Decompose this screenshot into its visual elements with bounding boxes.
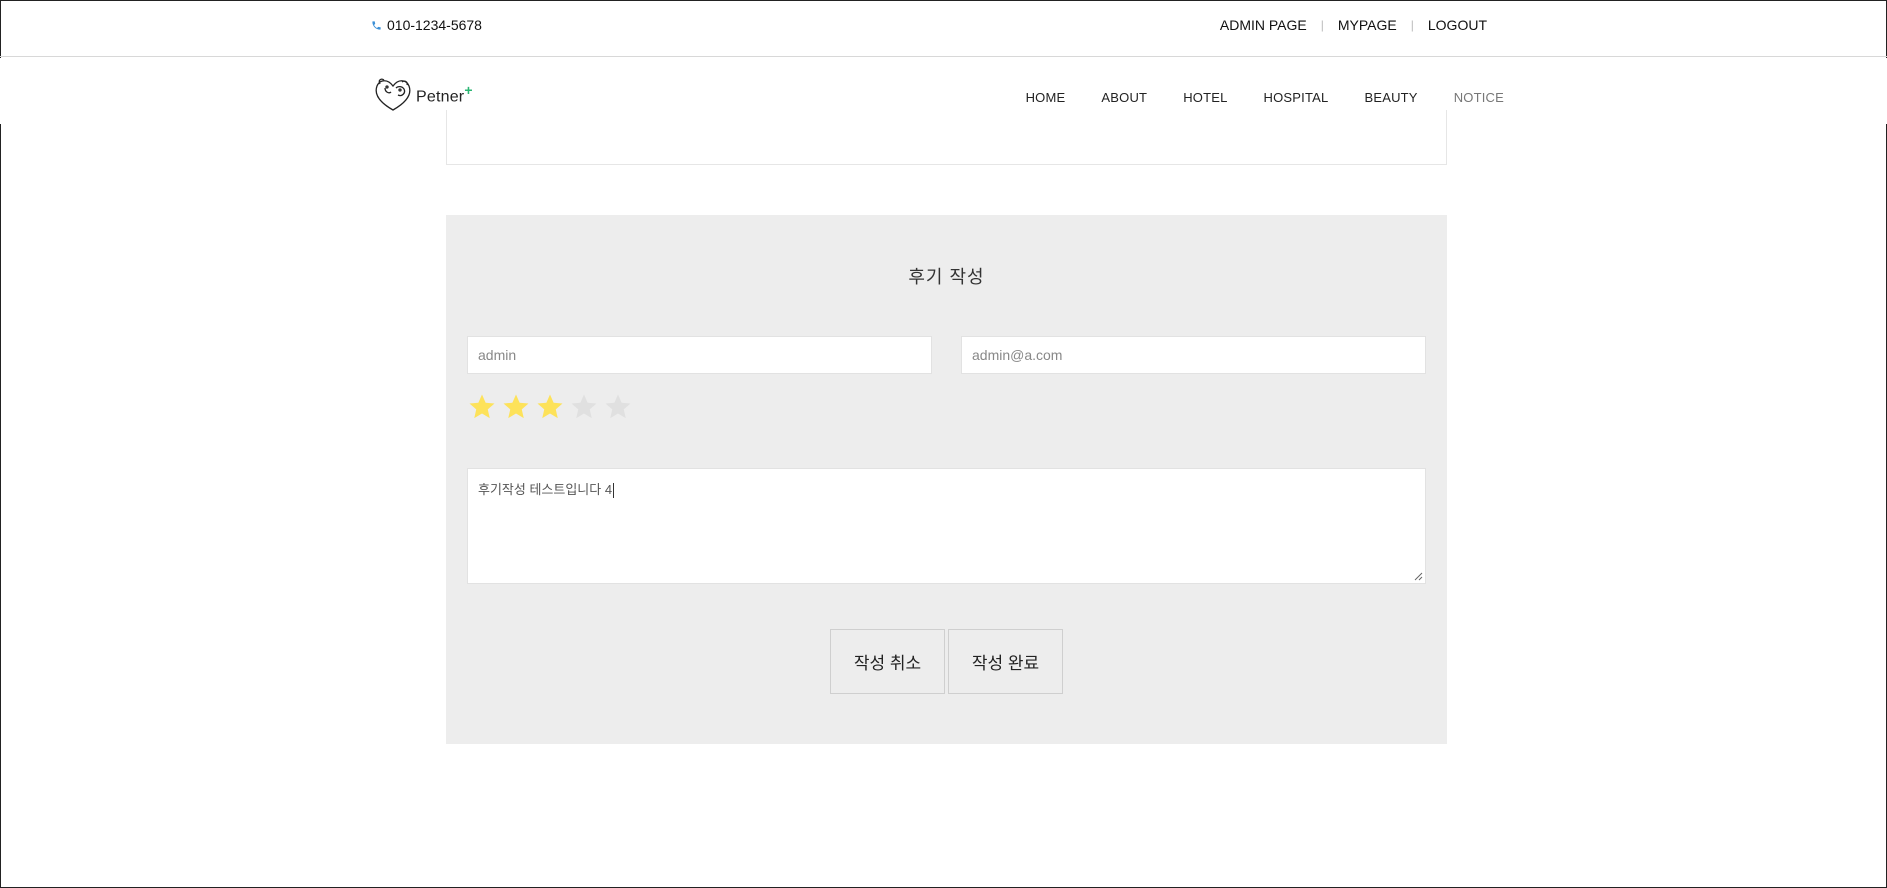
nav-home[interactable]: HOME	[1026, 90, 1066, 105]
resize-grip-icon[interactable]	[1414, 572, 1423, 581]
divider: |	[1320, 18, 1324, 32]
divider: |	[1410, 18, 1414, 32]
review-content-textarea[interactable]: 후기작성 테스트입니다 4	[467, 468, 1426, 584]
nav-about[interactable]: ABOUT	[1101, 90, 1147, 105]
text-caret	[613, 483, 615, 499]
pet-logo-icon	[375, 78, 411, 111]
logo-text: Petner+	[416, 81, 473, 106]
cancel-button[interactable]: 작성 취소	[830, 629, 945, 694]
nav-hospital[interactable]: HOSPITAL	[1264, 90, 1329, 105]
name-input[interactable]: admin	[467, 336, 932, 374]
content-box-bottom	[446, 110, 1447, 165]
review-content-text: 후기작성 테스트입니다 4	[478, 482, 613, 497]
star-rating[interactable]	[467, 392, 633, 422]
review-form-panel: 후기 작성 admin admin@a.com 후기작성 테스트입니다 4 작성…	[446, 215, 1447, 744]
account-links: ADMIN PAGE | MYPAGE | LOGOUT	[1220, 17, 1487, 33]
phone-contact: 010-1234-5678	[371, 17, 482, 33]
star-icon[interactable]	[467, 392, 497, 422]
nav-notice[interactable]: NOTICE	[1454, 90, 1504, 105]
submit-button[interactable]: 작성 완료	[948, 629, 1063, 694]
review-form-title: 후기 작성	[908, 267, 985, 287]
logo-plus: +	[464, 81, 473, 98]
star-icon[interactable]	[569, 392, 599, 422]
star-icon[interactable]	[603, 392, 633, 422]
phone-icon	[372, 20, 381, 30]
top-bar: 010-1234-5678 ADMIN PAGE | MYPAGE | LOGO…	[0, 0, 1887, 57]
email-input[interactable]: admin@a.com	[961, 336, 1426, 374]
mypage-link[interactable]: MYPAGE	[1338, 17, 1397, 33]
star-icon[interactable]	[501, 392, 531, 422]
nav-hotel[interactable]: HOTEL	[1183, 90, 1227, 105]
star-icon[interactable]	[535, 392, 565, 422]
logout-link[interactable]: LOGOUT	[1428, 17, 1487, 33]
main-nav: HOME ABOUT HOTEL HOSPITAL BEAUTY NOTICE	[990, 90, 1504, 105]
admin-page-link[interactable]: ADMIN PAGE	[1220, 17, 1307, 33]
nav-beauty[interactable]: BEAUTY	[1364, 90, 1417, 105]
logo[interactable]: Petner+	[371, 74, 473, 114]
phone-number: 010-1234-5678	[387, 17, 482, 33]
